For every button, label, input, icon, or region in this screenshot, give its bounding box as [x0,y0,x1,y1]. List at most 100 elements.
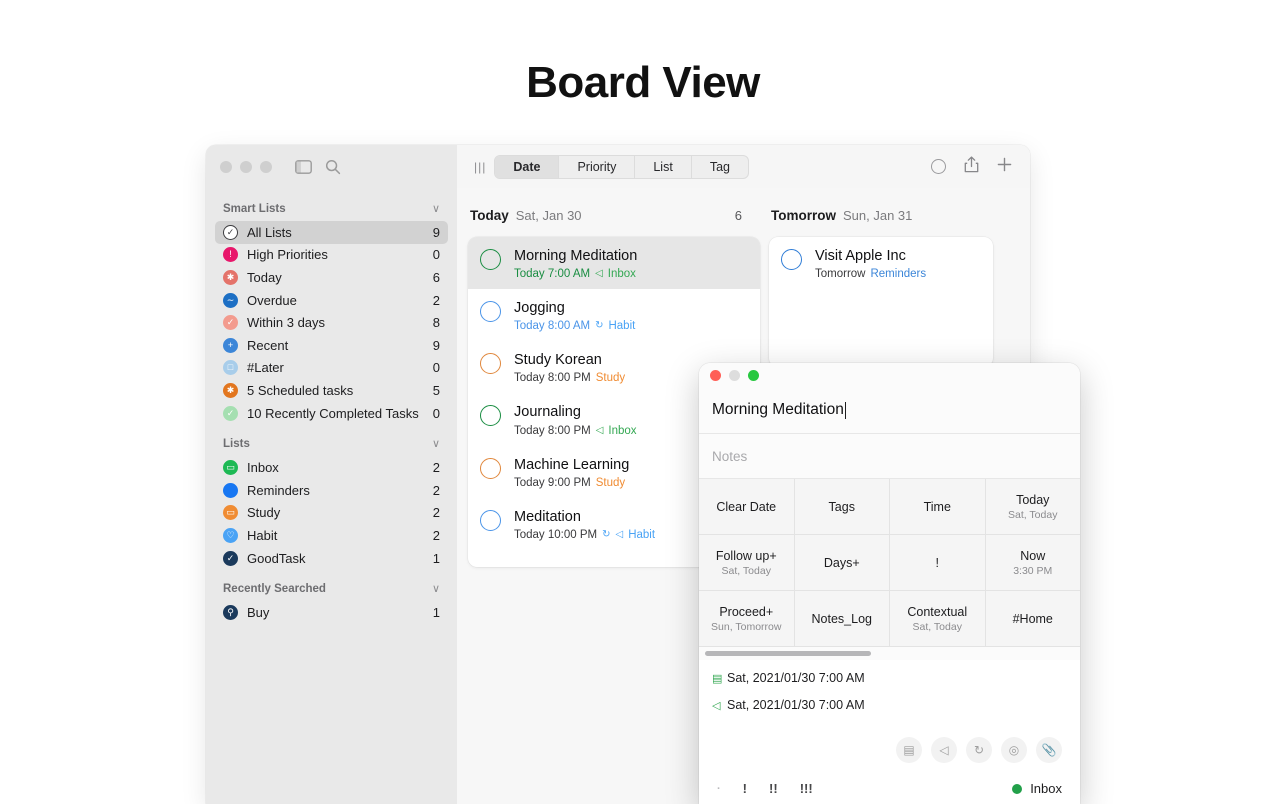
popup-close-button[interactable] [710,370,721,381]
task-date: Tomorrow [815,268,865,280]
task-row[interactable]: Visit Apple IncTomorrowReminders [769,237,993,289]
quick-action-today[interactable]: TodaySat, Today [986,479,1081,534]
repeat-icon[interactable]: ↻ [966,737,992,763]
tab-priority[interactable]: Priority [559,156,635,178]
scrollbar-thumb[interactable] [705,651,871,656]
maximize-button[interactable] [260,161,272,173]
task-list-name: Inbox [608,268,636,280]
quick-action-clear-date[interactable]: Clear Date [699,479,794,534]
task-date-row[interactable]: ▤Sat, 2021/01/30 7:00 AM [712,671,1067,685]
quick-action-sublabel: Sun, Tomorrow [711,621,781,633]
task-checkbox[interactable] [480,353,501,374]
quick-action-label: Clear Date [716,500,776,514]
sidebar-item-label: All Lists [247,225,433,240]
alert-bell-icon[interactable]: ◁ [931,737,957,763]
sidebar-item-later[interactable]: □#Later0 [215,357,448,380]
search-icon[interactable] [325,159,341,175]
chevron-down-icon[interactable]: ∨ [432,202,440,215]
quick-action-home[interactable]: #Home [986,591,1081,646]
sidebar-item-buy[interactable]: ⚲Buy1 [215,601,448,624]
quick-action-now[interactable]: Now3:30 PM [986,535,1081,590]
popup-maximize-button[interactable] [748,370,759,381]
attachment-icon[interactable]: 📎 [1036,737,1062,763]
task-checkbox[interactable] [480,301,501,322]
location-icon[interactable]: ◎ [1001,737,1027,763]
sidebar-item-recent[interactable]: +Recent9 [215,334,448,357]
quick-action-time[interactable]: Time [890,479,985,534]
circle-status-icon[interactable] [931,159,946,174]
tab-date[interactable]: Date [495,156,559,178]
sidebar-item-habit[interactable]: ♡Habit2 [215,524,448,547]
sidebar-item-study[interactable]: ▭Study2 [215,502,448,525]
task-date: Today 8:00 AM [514,320,590,332]
column-header: TodaySat, Jan 306 [468,208,760,226]
grip-lines-icon[interactable]: ||| [474,160,486,174]
task-card: Visit Apple IncTomorrowReminders [769,237,993,367]
quick-action-contextual[interactable]: ContextualSat, Today [890,591,985,646]
column-title: Tomorrow [771,208,836,223]
quick-action-tags[interactable]: Tags [795,479,890,534]
calendar-icon[interactable]: ▤ [896,737,922,763]
popup-minimize-button[interactable] [729,370,740,381]
task-title-input[interactable]: Morning Meditation [712,401,844,419]
sidebar-group-label: Smart Lists [223,203,286,215]
close-button[interactable] [220,161,232,173]
minimize-button[interactable] [240,161,252,173]
sidebar-toggle-icon[interactable] [295,160,312,174]
sidebar-item-inbox[interactable]: ▭Inbox2 [215,456,448,479]
list-indicator[interactable]: Inbox [1012,781,1062,796]
sidebar-group-header[interactable]: Smart Lists ∨ [215,196,448,221]
quick-action-[interactable]: ! [890,535,985,590]
sidebar-item-count: 9 [433,338,440,353]
quick-action-proceed[interactable]: Proceed+Sun, Tomorrow [699,591,794,646]
task-list-name: Inbox [608,425,636,437]
plus-circle-icon: + [223,338,238,353]
sidebar-item-goodtask[interactable]: ✓GoodTask1 [215,547,448,570]
priority-medium[interactable]: !! [769,781,778,796]
sidebar-group-header[interactable]: Recently Searched∨ [215,576,448,601]
sidebar-item-10-recently-completed-tasks[interactable]: ✓10 Recently Completed Tasks0 [215,402,448,425]
share-icon[interactable] [964,156,979,178]
task-row[interactable]: Morning MeditationToday 7:00 AM◁Inbox [468,237,760,289]
quick-action-follow-up[interactable]: Follow up+Sat, Today [699,535,794,590]
task-date: Today 9:00 PM [514,477,591,489]
task-notes-field[interactable]: Notes [699,434,1080,479]
sidebar-item-within-3-days[interactable]: ✓Within 3 days8 [215,311,448,334]
task-checkbox[interactable] [480,249,501,270]
sidebar-item-overdue[interactable]: ∼Overdue2 [215,289,448,312]
exclamation-circle-icon: ! [223,247,238,262]
priority-none[interactable]: · [717,783,721,795]
check-circle-icon: ✓ [223,225,238,240]
sidebar-item-high-priorities[interactable]: !High Priorities0 [215,244,448,267]
quick-action-label: Days+ [824,556,860,570]
quick-action-days[interactable]: Days+ [795,535,890,590]
chevron-down-icon[interactable]: ∨ [432,582,440,595]
quick-action-sublabel: Sat, Today [722,565,771,577]
priority-selector[interactable]: ·!!!!!! [717,781,813,796]
quick-actions-scrollbar[interactable] [699,647,1080,660]
priority-high[interactable]: !!! [800,781,813,796]
sidebar-item-today[interactable]: ✱Today6 [215,266,448,289]
priority-low[interactable]: ! [743,781,747,796]
asterisk-circle-orange-icon: ✱ [223,383,238,398]
view-segmented-control[interactable]: DatePriorityListTag [494,155,749,179]
task-checkbox[interactable] [781,249,802,270]
sidebar-item-5-scheduled-tasks[interactable]: ✱5 Scheduled tasks5 [215,379,448,402]
sidebar-item-reminders[interactable]: Reminders2 [215,479,448,502]
quick-action-label: ! [936,556,939,570]
task-date-row[interactable]: ◁Sat, 2021/01/30 7:00 AM [712,698,1067,712]
sidebar-group-header[interactable]: Lists∨ [215,431,448,456]
quick-action-notes-log[interactable]: Notes_Log [795,591,890,646]
tab-list[interactable]: List [635,156,691,178]
chevron-down-icon[interactable]: ∨ [432,437,440,450]
task-checkbox[interactable] [480,405,501,426]
add-icon[interactable] [997,157,1012,177]
task-list-name: Study [596,372,625,384]
task-checkbox[interactable] [480,510,501,531]
task-title-row[interactable]: Morning Meditation [699,387,1080,434]
task-row[interactable]: JoggingToday 8:00 AM↻Habit [468,289,760,341]
tab-tag[interactable]: Tag [692,156,748,178]
sidebar-item-all-lists[interactable]: ✓All Lists9 [215,221,448,244]
task-checkbox[interactable] [480,458,501,479]
sidebar-item-count: 2 [433,460,440,475]
